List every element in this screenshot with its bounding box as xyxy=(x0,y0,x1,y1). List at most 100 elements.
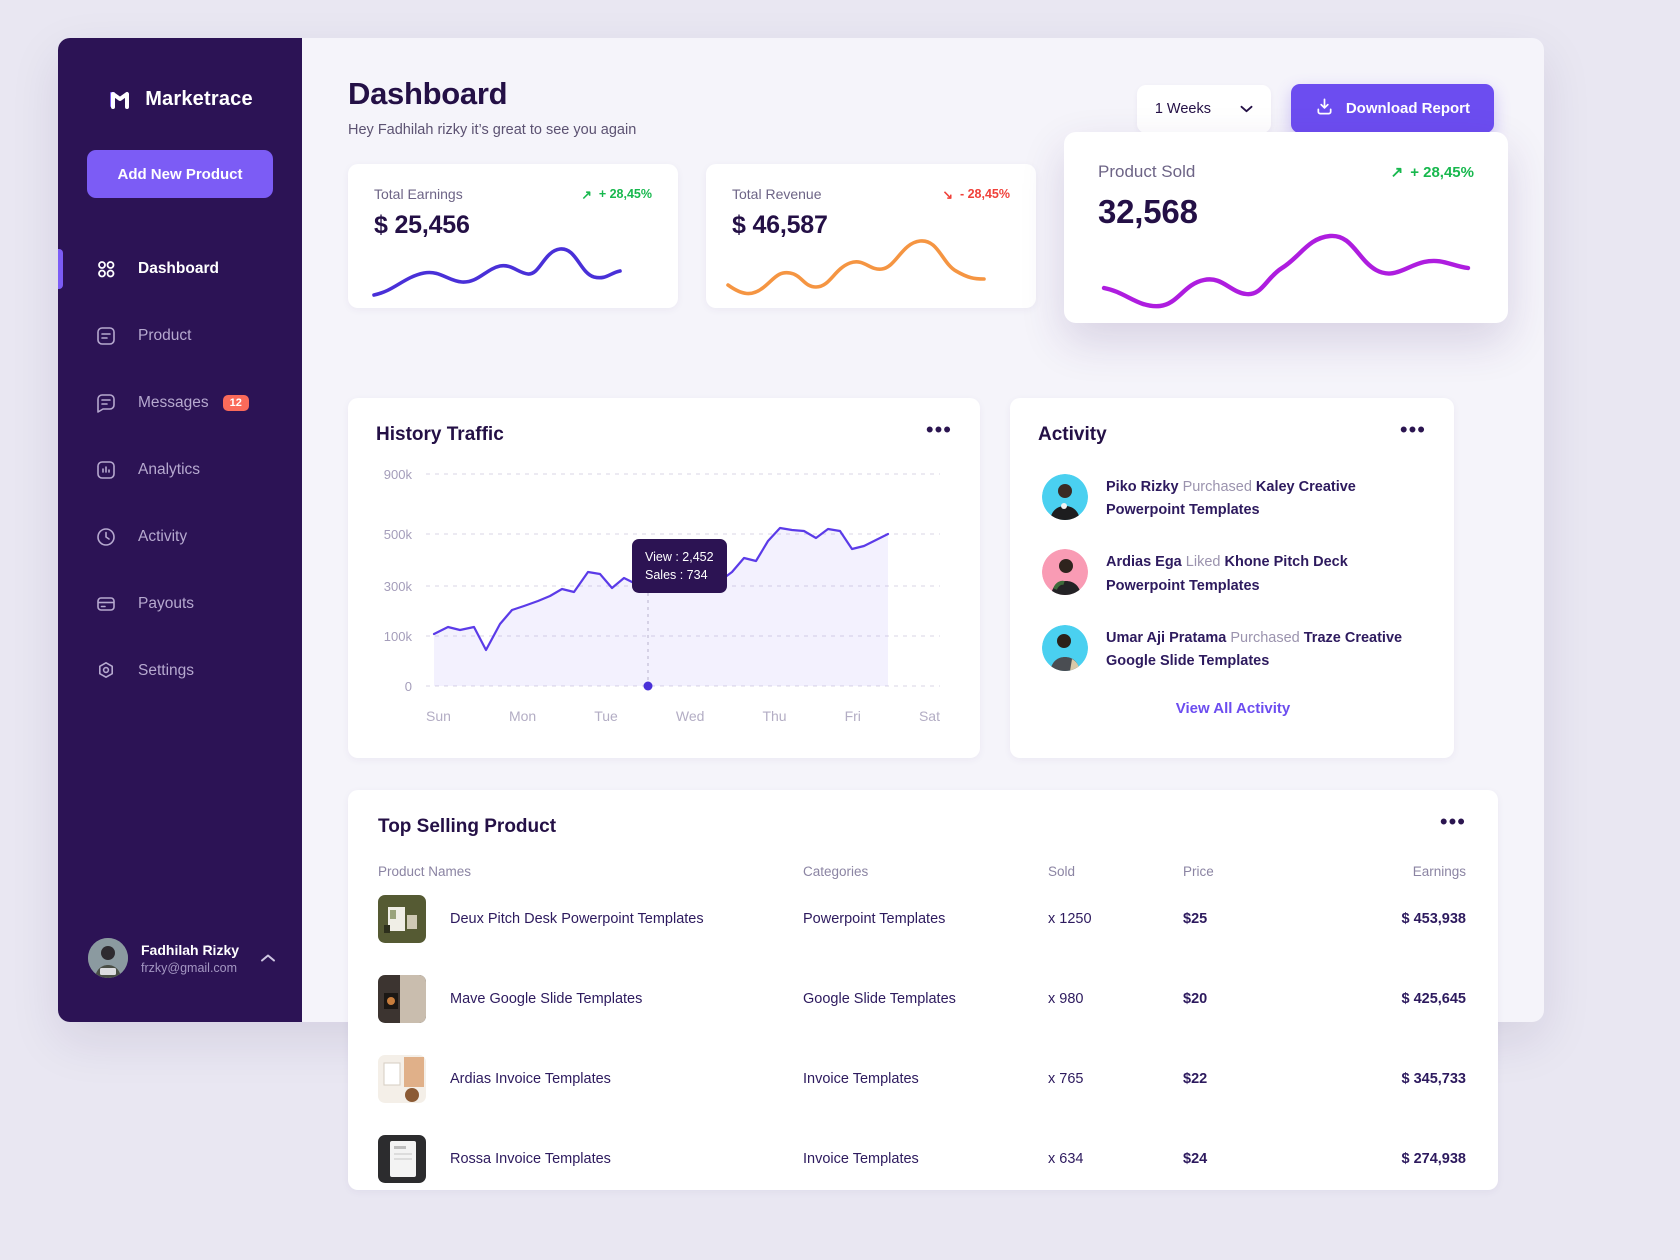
gear-icon xyxy=(95,660,117,682)
sidebar-item-label: Activity xyxy=(138,528,188,545)
activity-card: Activity ••• Piko Rizky Purchased Kaley … xyxy=(1010,398,1454,758)
list-item[interactable]: Piko Rizky Purchased Kaley Creative Powe… xyxy=(1042,474,1424,522)
stat-delta-value: + 28,45% xyxy=(598,187,652,201)
stat-cards: Total Earnings ↗ + 28,45% $ 25,456 Total… xyxy=(302,132,1544,364)
page-title: Dashboard xyxy=(348,76,508,111)
download-report-button[interactable]: Download Report xyxy=(1290,84,1494,133)
sidebar-item-activity[interactable]: Activity xyxy=(58,510,302,564)
table-row[interactable]: Deux Pitch Desk Powerpoint Templates Pow… xyxy=(348,879,1498,959)
table-row[interactable]: Rossa Invoice Templates Invoice Template… xyxy=(348,1119,1498,1199)
cell-category: Google Slide Templates xyxy=(803,991,956,1007)
table-row[interactable]: Ardias Invoice Templates Invoice Templat… xyxy=(348,1039,1498,1119)
x-tick-label: Sat xyxy=(918,708,940,724)
chart-tooltip: View : 2,452 Sales : 734 xyxy=(632,539,727,594)
more-icon[interactable]: ••• xyxy=(1400,419,1426,441)
sidebar-item-dashboard[interactable]: Dashboard xyxy=(58,242,302,296)
card-head: History Traffic ••• xyxy=(348,398,980,446)
topbar: Dashboard Hey Fadhilah rizky it’s great … xyxy=(302,38,1544,138)
activity-action: Purchased xyxy=(1182,479,1252,495)
brand-name: Marketrace xyxy=(145,87,253,110)
product-thumbnail xyxy=(378,1135,426,1183)
sidebar-item-messages[interactable]: Messages 12 xyxy=(58,376,302,430)
product-name: Mave Google Slide Templates xyxy=(450,991,643,1007)
avatar xyxy=(1042,474,1088,520)
x-tick-label: Wed xyxy=(675,708,705,724)
sidebar-item-settings[interactable]: Settings xyxy=(58,644,302,698)
cell-price: $20 xyxy=(1183,991,1208,1007)
product-name: Deux Pitch Desk Powerpoint Templates xyxy=(450,911,704,927)
more-icon[interactable]: ••• xyxy=(926,419,952,441)
download-report-label: Download Report xyxy=(1345,100,1470,117)
stat-card-product-sold[interactable]: Product Sold ↗ + 28,45% 32,568 xyxy=(1064,132,1508,323)
cell-earnings: $ 274,938 xyxy=(1401,1151,1466,1167)
tooltip-sales: Sales : 734 xyxy=(645,568,708,583)
product-name: Ardias Invoice Templates xyxy=(450,1071,611,1087)
card-title: Activity xyxy=(1038,424,1107,445)
stat-card-total-earnings[interactable]: Total Earnings ↗ + 28,45% $ 25,456 xyxy=(348,164,678,308)
sparkline-chart xyxy=(706,225,1036,308)
x-axis-labels: Sun Mon Tue Wed Thu Fri Sat xyxy=(426,708,940,724)
messages-badge: 12 xyxy=(222,395,249,411)
top-selling-table: Product Names Categories Sold Price Earn… xyxy=(348,838,1498,1199)
topbar-actions: 1 Weeks Download Report xyxy=(1136,76,1494,133)
tooltip-view: View : 2,452 xyxy=(645,550,714,564)
sidebar-profile[interactable]: Fadhilah Rizky frzky@gmail.com xyxy=(58,938,302,978)
message-icon xyxy=(95,392,117,414)
download-icon xyxy=(1315,97,1334,120)
cell-sold: x 765 xyxy=(1048,1071,1084,1087)
stat-head: Product Sold ↗ + 28,45% xyxy=(1098,162,1474,182)
cell-price: $22 xyxy=(1183,1071,1208,1087)
page-subtitle: Hey Fadhilah rizky it’s great to see you… xyxy=(348,122,637,138)
cell-sold: x 980 xyxy=(1048,991,1084,1007)
list-item[interactable]: Umar Aji Pratama Purchased Traze Creativ… xyxy=(1042,624,1424,673)
stat-delta-value: - 28,45% xyxy=(959,187,1010,201)
list-item[interactable]: Ardias Ega Liked Khone Pitch Deck Powerp… xyxy=(1042,549,1424,597)
date-range-select[interactable]: 1 Weeks xyxy=(1136,84,1271,133)
stat-label: Product Sold xyxy=(1098,162,1196,181)
chevron-up-icon[interactable] xyxy=(260,950,276,967)
sidebar-item-payouts[interactable]: Payouts xyxy=(58,577,302,631)
sidebar-item-product[interactable]: Product xyxy=(58,309,302,363)
cell-sold: x 634 xyxy=(1048,1151,1084,1167)
table-row[interactable]: Mave Google Slide Templates Google Slide… xyxy=(348,959,1498,1039)
sidebar-nav: Dashboard Product Messages 12 Analytics … xyxy=(58,242,302,698)
column-header-sold: Sold xyxy=(1048,864,1076,879)
y-tick-label: 0 xyxy=(405,679,412,694)
avatar xyxy=(88,938,128,978)
cell-sold: x 1250 xyxy=(1048,911,1092,927)
activity-text: Piko Rizky Purchased Kaley Creative Powe… xyxy=(1106,474,1424,522)
product-thumbnail xyxy=(378,1055,426,1103)
stat-card-total-revenue[interactable]: Total Revenue ↘ - 28,45% $ 46,587 xyxy=(706,164,1036,308)
sidebar-item-analytics[interactable]: Analytics xyxy=(58,443,302,497)
sidebar-item-label: Settings xyxy=(138,662,195,679)
add-new-product-button[interactable]: Add New Product xyxy=(87,150,273,198)
column-header-category: Categories xyxy=(803,864,869,879)
sidebar-item-label: Product xyxy=(138,327,192,344)
stat-delta: ↘ - 28,45% xyxy=(942,187,1010,202)
avatar xyxy=(1042,624,1088,671)
axis-marker xyxy=(643,681,653,691)
x-tick-label: Mon xyxy=(508,708,537,724)
clock-icon xyxy=(95,526,117,548)
cell-price: $25 xyxy=(1183,911,1208,927)
sidebar-item-label: Payouts xyxy=(138,595,195,612)
date-range-value: 1 Weeks xyxy=(1154,100,1211,117)
sidebar-item-label: Dashboard xyxy=(138,260,219,277)
product-name: Rossa Invoice Templates xyxy=(450,1151,611,1167)
trend-down-icon: ↘ xyxy=(942,187,953,202)
view-all-activity-link[interactable]: View All Activity xyxy=(1042,700,1424,717)
more-icon[interactable]: ••• xyxy=(1440,811,1466,833)
traffic-chart: 900k 500k 300k 100k 0 View: 2,452 Sales… xyxy=(348,446,980,741)
trend-up-icon: ↗ xyxy=(1390,164,1404,181)
activity-user: Piko Rizky xyxy=(1106,479,1179,495)
card-icon xyxy=(95,593,117,615)
column-header-earnings: Earnings xyxy=(1412,864,1466,879)
profile-name: Fadhilah Rizky xyxy=(141,941,240,958)
cell-earnings: $ 425,645 xyxy=(1401,991,1466,1007)
product-thumbnail xyxy=(378,895,426,943)
table-header: Product Names Categories Sold Price Earn… xyxy=(348,838,1498,879)
stat-delta-value: + 28,45% xyxy=(1410,163,1474,181)
sidebar-item-label: Messages xyxy=(138,394,209,411)
sidebar: Marketrace Add New Product Dashboard Pro… xyxy=(58,38,302,1022)
sparkline-chart xyxy=(1064,226,1508,323)
